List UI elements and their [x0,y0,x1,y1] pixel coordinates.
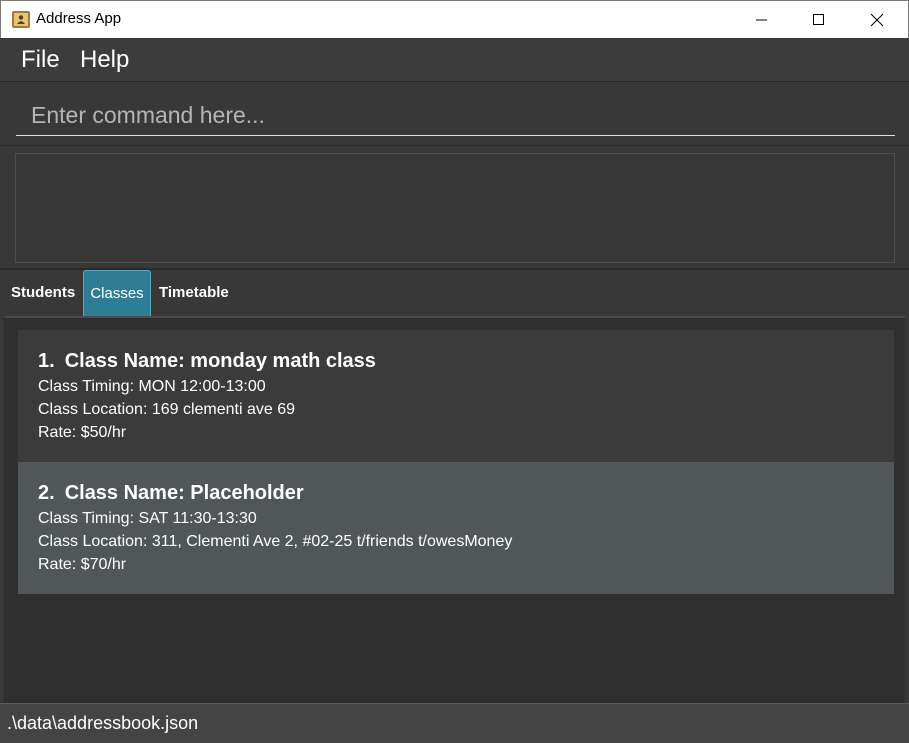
class-timing: Class Timing: SAT 11:30-13:30 [38,510,257,527]
maximize-icon [813,14,824,25]
command-input[interactable] [16,96,895,136]
menu-bar: File Help [0,38,909,82]
class-location: Class Location: 311, Clementi Ave 2, #02… [38,533,513,550]
class-index: 2. [38,482,55,504]
class-rate: Rate: $50/hr [38,424,127,441]
maximize-button[interactable] [791,1,849,38]
class-name: Class Name: monday math class [64,350,376,372]
menu-help[interactable]: Help [80,46,129,74]
result-display [15,153,895,263]
class-timing: Class Timing: MON 12:00-13:00 [38,378,266,395]
minimize-button[interactable] [734,1,792,38]
title-bar: Address App [0,0,909,38]
menu-file[interactable]: File [21,46,60,74]
close-icon [870,13,884,27]
address-book-icon [12,11,30,28]
class-list[interactable]: 1. Class Name: monday math class Class Ti… [4,316,905,703]
command-box [0,82,909,146]
class-index: 1. [38,350,55,372]
class-location: Class Location: 169 clementi ave 69 [38,401,296,418]
save-location: .\data\addressbook.json [7,713,199,733]
tab-classes[interactable]: Classes [83,270,151,316]
class-name: Class Name: Placeholder [64,482,304,504]
tab-timetable[interactable]: Timetable [159,270,229,316]
class-rate: Rate: $70/hr [38,556,127,573]
class-card[interactable]: 1. Class Name: monday math class Class Ti… [18,330,894,462]
result-display-area [0,146,909,270]
tab-bar: Students Classes Timetable [0,270,909,316]
class-card[interactable]: 2. Class Name: Placeholder Class Timing: … [18,462,894,594]
minimize-icon [756,19,767,21]
window-title: Address App [36,10,122,27]
status-bar: .\data\addressbook.json [0,703,909,743]
close-button[interactable] [849,1,907,38]
tab-students[interactable]: Students [11,270,75,316]
